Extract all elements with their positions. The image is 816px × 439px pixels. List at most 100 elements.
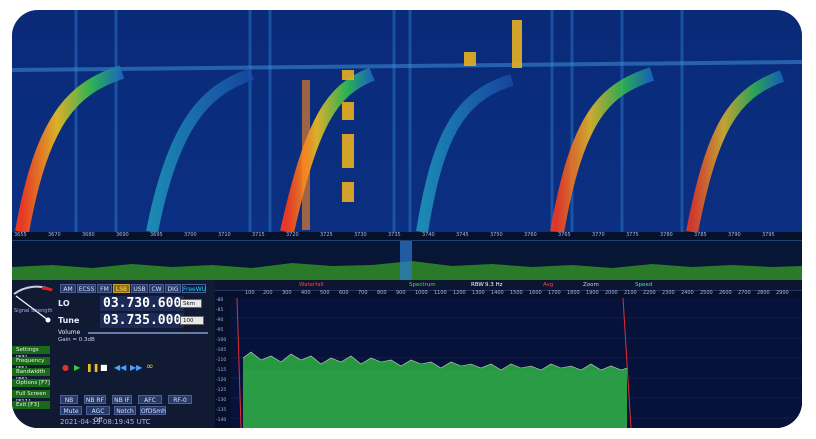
freq-tick: 3770 bbox=[592, 232, 605, 238]
x-tick: 1500 bbox=[510, 290, 523, 296]
frequency-scale: 3655 3670 3680 3690 3695 3700 3710 3715 … bbox=[12, 232, 802, 240]
gain-label: Gain = 0.3dB bbox=[58, 337, 95, 343]
s-meter-label: Signal Strength bbox=[14, 308, 53, 314]
sdr-window: 3655 3670 3680 3690 3695 3700 3710 3715 … bbox=[12, 10, 802, 428]
y-tick: -120 bbox=[216, 378, 227, 383]
x-tick: 2500 bbox=[700, 290, 713, 296]
x-tick: 1900 bbox=[586, 290, 599, 296]
x-tick: 300 bbox=[282, 290, 292, 296]
y-tick: -85 bbox=[216, 308, 224, 313]
x-tick: 2000 bbox=[605, 290, 618, 296]
x-tick: 2200 bbox=[643, 290, 656, 296]
menu-exit[interactable]: Exit [F3] bbox=[12, 401, 50, 409]
mode-lsb-button[interactable]: LSB bbox=[113, 284, 130, 293]
mode-usb-button[interactable]: USB bbox=[131, 284, 148, 293]
menu-settings[interactable]: Settings [F3] bbox=[12, 346, 50, 361]
nb-rf-button[interactable]: NB RF bbox=[84, 395, 106, 404]
x-tick: 700 bbox=[358, 290, 368, 296]
x-tick: 800 bbox=[377, 290, 387, 296]
freq-tick: 3790 bbox=[728, 232, 741, 238]
lo-label: LO bbox=[58, 299, 70, 308]
speed-label[interactable]: Speed bbox=[635, 282, 652, 288]
menu-frequency[interactable]: Frequency [F5] bbox=[12, 357, 50, 372]
freq-tick: 3740 bbox=[422, 232, 435, 238]
x-tick: 2600 bbox=[719, 290, 732, 296]
mode-ecss-button[interactable]: ECSS bbox=[77, 284, 96, 293]
mode-free-button[interactable]: FreeWU bbox=[182, 284, 206, 293]
freq-tick: 3765 bbox=[558, 232, 571, 238]
rf0-button[interactable]: RF-0 bbox=[168, 395, 192, 404]
ofdsmh-button[interactable]: OfDSmh bbox=[140, 406, 166, 415]
x-tick: 600 bbox=[339, 290, 349, 296]
avg-label[interactable]: Avg bbox=[543, 282, 553, 288]
waterfall-display[interactable] bbox=[12, 10, 802, 232]
freq-tick: 3680 bbox=[82, 232, 95, 238]
volume-slider[interactable] bbox=[88, 332, 208, 334]
freq-tick: 3730 bbox=[354, 232, 367, 238]
mode-am-button[interactable]: AM bbox=[60, 284, 76, 293]
overview-spectrum[interactable] bbox=[12, 240, 802, 281]
freq-tick: 3670 bbox=[48, 232, 61, 238]
tune-step-select[interactable]: 100 Hz bbox=[180, 316, 204, 333]
x-tick: 900 bbox=[396, 290, 406, 296]
lo-frequency[interactable]: 03.730.600 bbox=[100, 296, 185, 311]
y-tick: -100 bbox=[216, 338, 227, 343]
nb-button[interactable]: NB bbox=[60, 395, 78, 404]
x-tick: 1400 bbox=[491, 290, 504, 296]
menu-bandwidth[interactable]: Bandwidth [F6] bbox=[12, 368, 50, 383]
freq-tick: 3720 bbox=[286, 232, 299, 238]
play-icon[interactable]: ▶ bbox=[74, 363, 80, 372]
freq-tick: 3715 bbox=[252, 232, 265, 238]
x-tick: 1100 bbox=[434, 290, 447, 296]
x-tick: 2900 bbox=[776, 290, 789, 296]
lo-step-select[interactable]: Skm bbox=[180, 299, 202, 308]
x-tick: 2800 bbox=[757, 290, 770, 296]
mode-cw-button[interactable]: CW bbox=[149, 284, 164, 293]
spectrum-label[interactable]: Spectrum bbox=[409, 282, 436, 288]
stop-icon[interactable]: ■ bbox=[100, 363, 108, 372]
x-tick: 200 bbox=[263, 290, 273, 296]
tune-label: Tune bbox=[58, 316, 80, 325]
zoom-label[interactable]: Zoom bbox=[583, 282, 599, 288]
y-tick: -105 bbox=[216, 348, 227, 353]
x-tick: 1600 bbox=[529, 290, 542, 296]
lower-panel: Signal Strength Settings [F3] Frequency … bbox=[12, 280, 802, 428]
afc-button[interactable]: AFC bbox=[138, 395, 162, 404]
forward-icon[interactable]: ▶▶ bbox=[130, 363, 142, 372]
x-tick: 1700 bbox=[548, 290, 561, 296]
nb-if-button[interactable]: NB IF bbox=[112, 395, 132, 404]
mode-fm-button[interactable]: FM bbox=[97, 284, 112, 293]
freq-tick: 3655 bbox=[14, 232, 27, 238]
freq-tick: 3785 bbox=[694, 232, 707, 238]
spectrum-panel: Waterfall Spectrum RBW 9.3 Hz Avg Zoom S… bbox=[215, 280, 802, 428]
freq-tick: 3700 bbox=[184, 232, 197, 238]
freq-tick: 3780 bbox=[660, 232, 673, 238]
x-tick: 2300 bbox=[662, 290, 675, 296]
rewind-icon[interactable]: ◀◀ bbox=[114, 363, 126, 372]
freq-tick: 3690 bbox=[116, 232, 129, 238]
menu-options[interactable]: Options [F7] bbox=[12, 379, 50, 387]
audio-spectrum-plot[interactable] bbox=[231, 298, 802, 428]
volume-label: Volume bbox=[58, 329, 81, 336]
mode-dig-button[interactable]: DIG bbox=[165, 284, 181, 293]
y-tick: -125 bbox=[216, 388, 227, 393]
mute-button[interactable]: Mute bbox=[60, 406, 82, 415]
pause-icon[interactable]: ❚❚ bbox=[86, 363, 99, 372]
menu-fullscreen[interactable]: Full Screen [F11] bbox=[12, 390, 50, 405]
waterfall-label[interactable]: Waterfall bbox=[299, 282, 324, 288]
freq-tick: 3760 bbox=[524, 232, 537, 238]
agc-off-button[interactable]: AGC Off bbox=[86, 406, 110, 424]
timestamp: 2021-04-19 08:19:45 UTC bbox=[60, 418, 151, 426]
record-icon[interactable]: ● bbox=[62, 363, 69, 372]
x-tick: 500 bbox=[320, 290, 330, 296]
tune-frequency[interactable]: 03.735.000 bbox=[100, 313, 185, 328]
x-tick: 2700 bbox=[738, 290, 751, 296]
freq-tick: 3710 bbox=[218, 232, 231, 238]
freq-tick: 3695 bbox=[150, 232, 163, 238]
loop-icon[interactable]: ∞ bbox=[146, 362, 154, 372]
rbw-value[interactable]: 9.3 Hz bbox=[485, 282, 503, 288]
y-tick: -140 bbox=[216, 418, 227, 423]
notch-button[interactable]: Notch bbox=[114, 406, 136, 415]
x-tick: 1000 bbox=[415, 290, 428, 296]
y-tick: -95 bbox=[216, 328, 224, 333]
